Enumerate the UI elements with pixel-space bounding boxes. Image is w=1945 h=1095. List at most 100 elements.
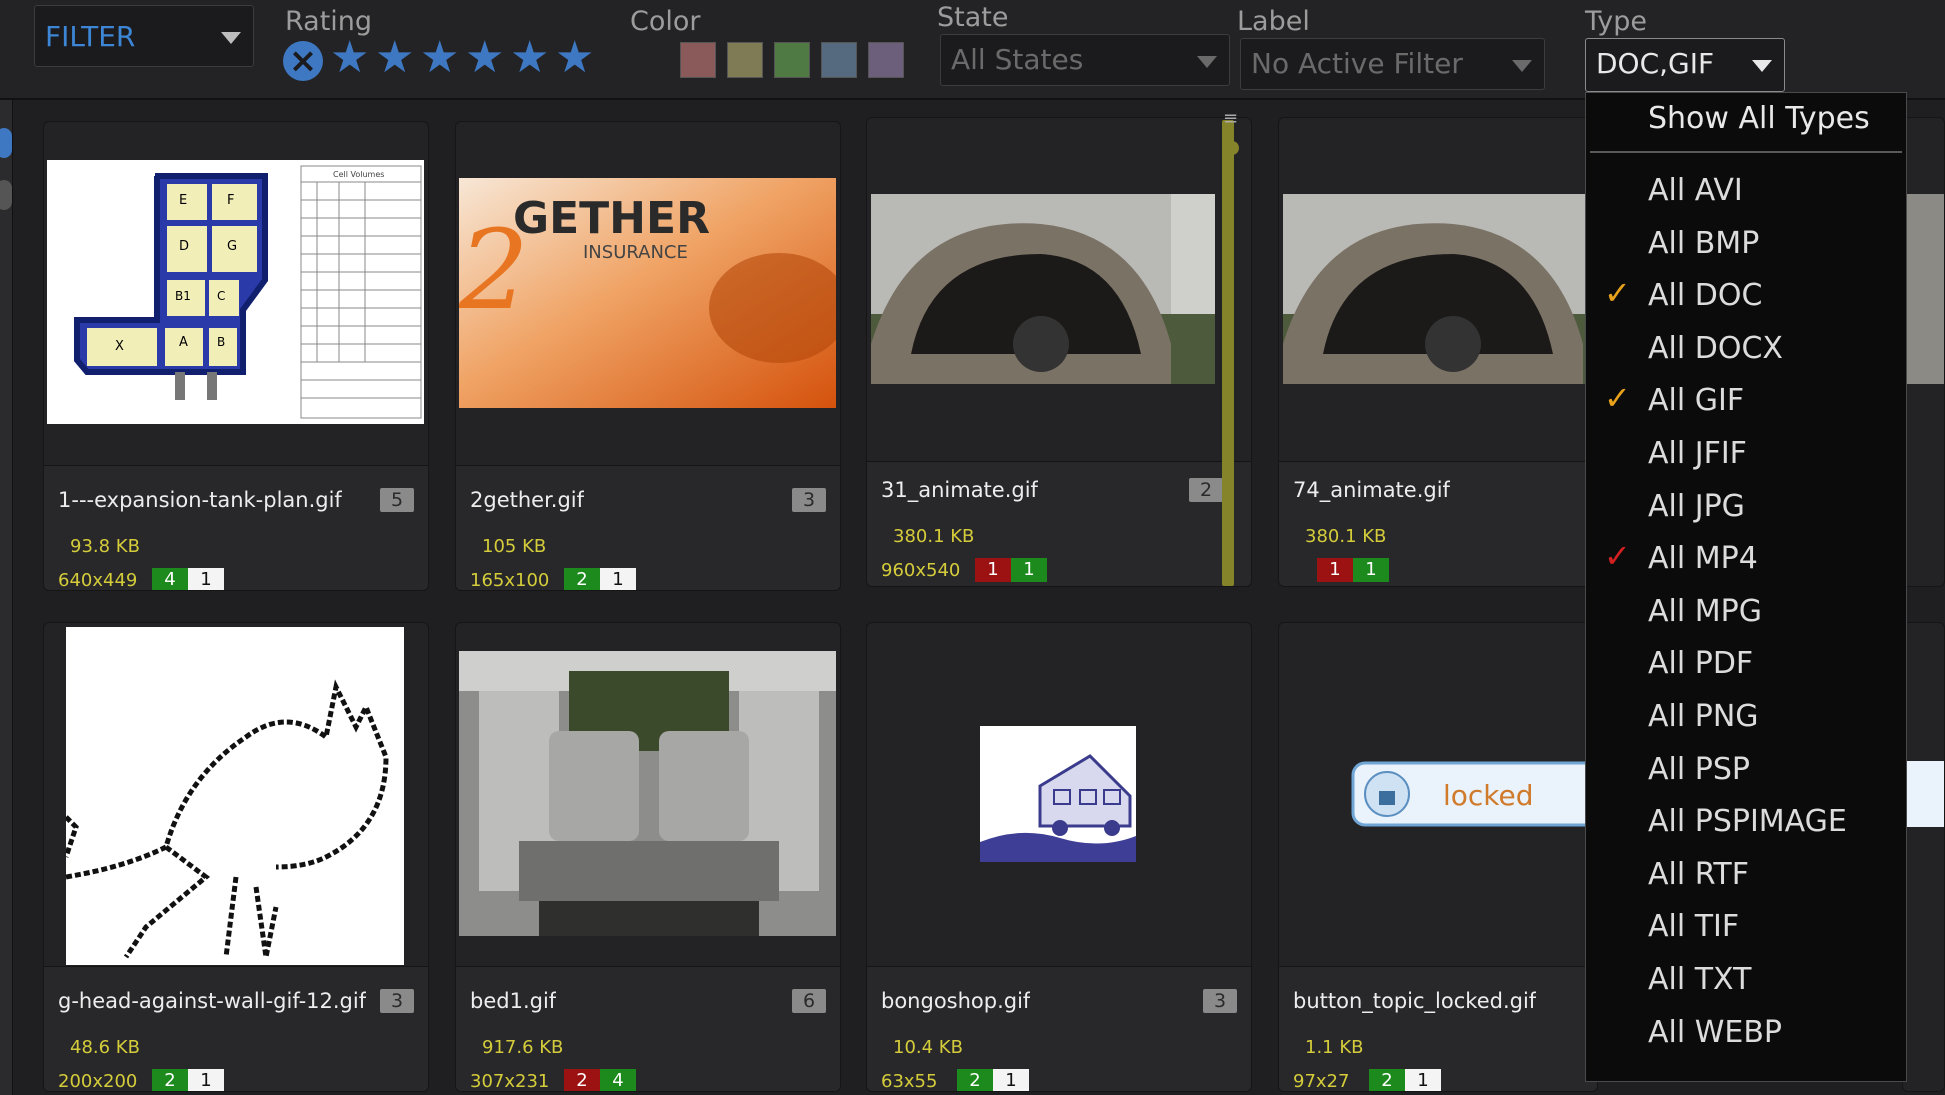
color-swatch-green[interactable] [774, 42, 810, 78]
type-option[interactable]: All JPG [1648, 487, 1745, 527]
tag-badges: 1 1 [1317, 558, 1389, 582]
panel-toggle-secondary-icon[interactable] [0, 180, 12, 210]
tag-badge[interactable]: 1 [975, 558, 1011, 582]
type-option[interactable]: All PSPIMAGE [1648, 802, 1847, 842]
card-meta: bed1.gif 6 917.6 KB 307x231 2 4 [456, 966, 840, 1091]
type-option[interactable]: All MP4 [1648, 539, 1758, 579]
file-size: 380.1 KB [893, 526, 975, 547]
color-swatch-purple[interactable] [868, 42, 904, 78]
state-value: All States [951, 43, 1084, 76]
tag-badges: 4 1 [152, 568, 224, 590]
filter-label: FILTER [45, 20, 136, 53]
tag-badges: 2 1 [1369, 1069, 1441, 1091]
label-filter-label: Label [1237, 6, 1310, 37]
tag-badge[interactable]: 1 [1353, 558, 1389, 582]
show-all-types-option[interactable]: Show All Types [1648, 101, 1870, 136]
tag-badge[interactable]: 1 [1011, 558, 1047, 582]
tag-badge[interactable]: 1 [188, 1069, 224, 1091]
tank-cell-label: F [227, 193, 234, 208]
image-dimensions: 960x540 [881, 560, 961, 581]
type-dropdown-menu: Show All Types All AVI All BMP All DOC ✓ All… [1585, 92, 1907, 1082]
scrollbar[interactable] [1222, 120, 1234, 586]
type-option[interactable]: All WEBP [1648, 1013, 1782, 1053]
tag-badge[interactable]: 1 [600, 568, 636, 590]
version-count-badge: 3 [792, 488, 826, 512]
state-dropdown[interactable]: All States [940, 34, 1230, 86]
state-label: State [937, 2, 1009, 33]
filter-dropdown[interactable]: FILTER [34, 5, 254, 67]
tank-cell-label: E [179, 193, 187, 208]
tag-badge[interactable]: 2 [564, 1069, 600, 1091]
tag-badge[interactable]: 2 [152, 1069, 188, 1091]
label-filter-dropdown[interactable]: No Active Filter [1240, 38, 1545, 90]
tag-badge[interactable]: 2 [564, 568, 600, 590]
thumbnail-image [66, 627, 404, 965]
chevron-down-icon [1752, 60, 1772, 72]
thumbnail-image [1283, 194, 1597, 384]
thumbnail-card[interactable]: 2 GETHER INSURANCE 2gether.gif 3 105 KB … [455, 121, 841, 591]
tank-cell-label: G [227, 239, 237, 254]
tag-badges: 2 1 [564, 568, 636, 590]
type-option[interactable]: All BMP [1648, 224, 1759, 264]
file-name: 74_animate.gif [1293, 478, 1450, 502]
type-option[interactable]: All PNG [1648, 697, 1759, 737]
clear-rating-icon[interactable]: × [283, 41, 323, 81]
version-count-badge: 5 [380, 488, 414, 512]
thumbnail-card[interactable]: 74_animate.gif 380.1 KB 1 1 [1278, 117, 1598, 587]
tag-badge[interactable]: 1 [1317, 558, 1353, 582]
tag-badge[interactable]: 4 [152, 568, 188, 590]
rating-star-4-icon[interactable]: ★ [465, 36, 504, 80]
type-option[interactable]: All PSP [1648, 750, 1750, 790]
tag-badge[interactable]: 4 [600, 1069, 636, 1091]
scroll-handle-icon[interactable] [1225, 141, 1239, 155]
type-dropdown[interactable]: DOC,GIF [1585, 38, 1785, 92]
thumbnail-card[interactable]: bongoshop.gif 3 10.4 KB 63x55 2 1 [866, 622, 1252, 1092]
locked-label: locked [1443, 779, 1534, 812]
tank-cell-label: D [179, 239, 189, 254]
file-name: 1---expansion-tank-plan.gif [58, 488, 342, 512]
type-option[interactable]: All MPG [1648, 592, 1762, 632]
file-name: bed1.gif [470, 989, 557, 1013]
type-option[interactable]: All PDF [1648, 644, 1753, 684]
type-option[interactable]: All DOC [1648, 276, 1762, 316]
tag-badge[interactable]: 1 [1405, 1069, 1441, 1091]
type-option[interactable]: All AVI [1648, 171, 1743, 211]
menu-icon[interactable]: ≡ [1223, 110, 1239, 134]
rating-star-6-icon[interactable]: ★ [555, 36, 594, 80]
tag-badge[interactable]: 1 [188, 568, 224, 590]
file-size: 10.4 KB [893, 1037, 963, 1058]
chevron-down-icon [1197, 56, 1217, 68]
thumbnail-card[interactable]: E F D G B1 C X A B Cell Volumes 1---expa… [43, 121, 429, 591]
thumbnail-card-partial[interactable] [1902, 117, 1945, 587]
image-dimensions: 200x200 [58, 1071, 138, 1092]
image-dimensions: 97x27 [1293, 1071, 1350, 1092]
version-count-badge: 2 [1189, 478, 1223, 502]
type-option[interactable]: All TIF [1648, 907, 1739, 947]
rating-star-1-icon[interactable]: ★ [330, 36, 369, 80]
rating-star-3-icon[interactable]: ★ [420, 36, 459, 80]
color-swatch-yellow[interactable] [727, 42, 763, 78]
thumbnail-card[interactable]: 31_animate.gif 2 380.1 KB 960x540 1 1 [866, 117, 1252, 587]
type-option[interactable]: All RTF [1648, 855, 1749, 895]
type-option[interactable]: All JFIF [1648, 434, 1747, 474]
file-size: 917.6 KB [482, 1037, 564, 1058]
color-swatch-blue[interactable] [821, 42, 857, 78]
panel-toggle-icon[interactable] [0, 128, 12, 158]
thumbnail-card-partial[interactable] [1902, 622, 1945, 1092]
thumbnail-card[interactable]: locked button_topic_locked.gif 1.1 KB 97… [1278, 622, 1598, 1092]
type-value: DOC,GIF [1596, 47, 1715, 80]
tag-badge[interactable]: 1 [993, 1069, 1029, 1091]
tag-badge[interactable]: 2 [957, 1069, 993, 1091]
thumbnail-card[interactable]: g-head-against-wall-gif-12.gif 3 48.6 KB… [43, 622, 429, 1092]
rating-star-2-icon[interactable]: ★ [375, 36, 414, 80]
tag-badge[interactable]: 2 [1369, 1069, 1405, 1091]
type-option[interactable]: All DOCX [1648, 329, 1783, 369]
color-swatch-red[interactable] [680, 42, 716, 78]
thumbnail-image: E F D G B1 C X A B Cell Volumes [47, 160, 424, 424]
image-dimensions: 640x449 [58, 570, 138, 591]
thumbnail-card[interactable]: bed1.gif 6 917.6 KB 307x231 2 4 [455, 622, 841, 1092]
type-option[interactable]: All GIF [1648, 381, 1744, 421]
rating-star-5-icon[interactable]: ★ [510, 36, 549, 80]
gether-subtitle: INSURANCE [583, 242, 688, 263]
type-option[interactable]: All TXT [1648, 960, 1751, 1000]
